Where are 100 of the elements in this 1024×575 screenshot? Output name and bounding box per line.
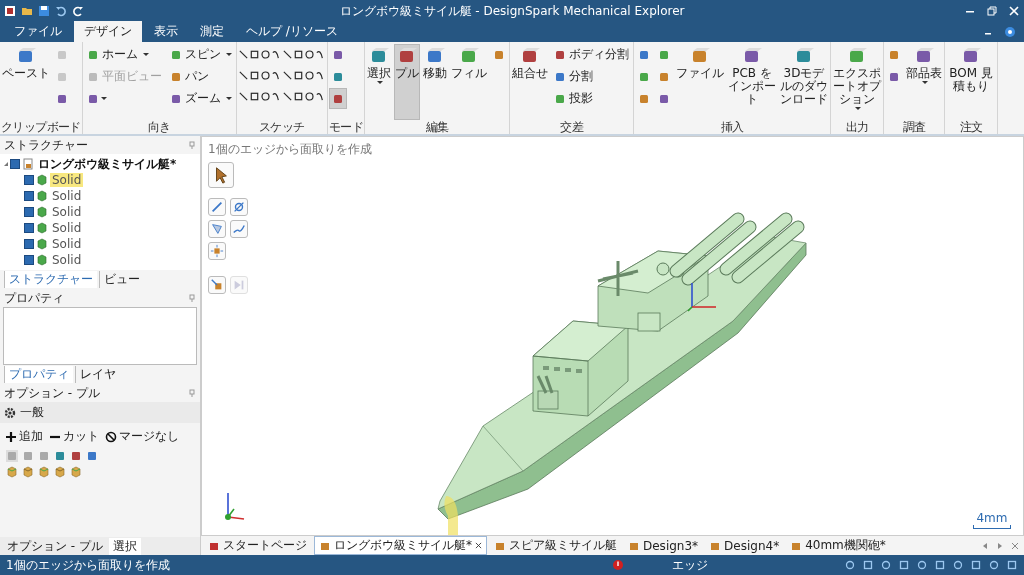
view-tool-icon[interactable]	[1006, 559, 1018, 571]
tree-item[interactable]: ロングボウ級ミサイル艇*	[36, 155, 179, 173]
sketch-tool-icon[interactable]	[292, 70, 304, 81]
sketch-tool-icon[interactable]	[270, 91, 282, 102]
ribbon-tab[interactable]: 表示	[144, 21, 188, 42]
select-tool-button[interactable]	[208, 162, 234, 188]
option-icon[interactable]	[54, 450, 66, 462]
folder-icon[interactable]	[21, 5, 33, 17]
ribbon-button[interactable]: 部品表	[905, 44, 943, 120]
checkbox[interactable]	[10, 159, 20, 169]
ribbon-button[interactable]: エクスポートオプション	[832, 44, 882, 120]
tool-button[interactable]	[208, 198, 226, 216]
sketch-tool-icon[interactable]	[281, 70, 293, 81]
tree-item[interactable]: Solid	[50, 189, 84, 203]
sketch-tool-icon[interactable]	[270, 70, 282, 81]
checkbox[interactable]	[24, 191, 34, 201]
view-tool-icon[interactable]	[916, 559, 928, 571]
view-tool-icon[interactable]	[898, 559, 910, 571]
tool-button[interactable]	[230, 220, 248, 238]
sketch-tool-icon[interactable]	[248, 49, 260, 60]
tool-button[interactable]	[208, 242, 226, 260]
cube-icon[interactable]	[22, 466, 34, 478]
sketch-tool-icon[interactable]	[314, 49, 326, 60]
ribbon-button[interactable]: パン	[166, 66, 235, 87]
ribbon-tab[interactable]: ファイル	[4, 21, 72, 42]
tool-button[interactable]	[328, 88, 347, 109]
panel-tab[interactable]: オプション - プル	[3, 537, 107, 555]
tool-button[interactable]	[230, 198, 248, 216]
view-tool-icon[interactable]	[934, 559, 946, 571]
checkbox[interactable]	[24, 175, 34, 185]
sketch-tool-icon[interactable]	[259, 49, 271, 60]
sketch-tool-icon[interactable]	[237, 91, 249, 102]
tree-item[interactable]: Solid	[50, 253, 84, 267]
cube-icon[interactable]	[6, 466, 18, 478]
ribbon-button[interactable]: BOM 見積もり	[946, 44, 996, 120]
ribbon-button[interactable]: ファイル	[675, 44, 725, 120]
panel-tab[interactable]: ストラクチャー	[4, 271, 97, 288]
sketch-tool-icon[interactable]	[259, 70, 271, 81]
ribbon-button[interactable]: スピン	[166, 44, 235, 65]
ribbon-button[interactable]: ホーム	[83, 44, 165, 65]
sketch-tool-icon[interactable]	[281, 91, 293, 102]
cube-icon[interactable]	[38, 466, 50, 478]
checkbox[interactable]	[24, 223, 34, 233]
ribbon-button[interactable]: 選択	[366, 44, 392, 120]
checkbox[interactable]	[24, 239, 34, 249]
panel-tab[interactable]: プロパティ	[4, 366, 73, 383]
ribbon-button[interactable]: 移動	[422, 44, 448, 120]
sketch-tool-icon[interactable]	[248, 70, 260, 81]
sketch-tool-icon[interactable]	[270, 49, 282, 60]
tree-item[interactable]: Solid	[50, 205, 84, 219]
ribbon-button[interactable]: PCB をインポート	[727, 44, 777, 120]
option-button[interactable]: カット	[48, 427, 100, 446]
option-button[interactable]: 追加	[4, 427, 44, 446]
ribbon-tab[interactable]: ヘルプ /リソース	[236, 21, 348, 42]
option-icon[interactable]	[86, 450, 98, 462]
document-tab[interactable]: 40mm機関砲*	[786, 537, 890, 554]
ribbon-button[interactable]: 投影	[551, 88, 632, 109]
sketch-tool-icon[interactable]	[259, 91, 271, 102]
checkbox[interactable]	[24, 207, 34, 217]
ribbon-tab[interactable]: デザイン	[74, 21, 142, 42]
document-tab[interactable]: スタートページ	[204, 537, 311, 554]
document-tab[interactable]: ロングボウ級ミサイル艇*	[314, 536, 487, 555]
ribbon-tab[interactable]: 測定	[190, 21, 234, 42]
ribbon-button[interactable]: ボディ分割	[551, 44, 632, 65]
sketch-tool-icon[interactable]	[237, 70, 249, 81]
ribbon-button[interactable]: 組合せ	[511, 44, 549, 120]
sketch-tool-icon[interactable]	[248, 91, 260, 102]
ribbon-button[interactable]: ペースト	[1, 44, 51, 120]
checkbox[interactable]	[24, 255, 34, 265]
undo-icon[interactable]	[55, 5, 67, 17]
3d-viewport[interactable]: 1個のエッジから面取りを作成 4mm	[201, 136, 1024, 536]
view-tool-icon[interactable]	[952, 559, 964, 571]
tool-button[interactable]	[208, 220, 226, 238]
view-tool-icon[interactable]	[988, 559, 1000, 571]
help-icon[interactable]	[1004, 26, 1016, 38]
view-tool-icon[interactable]	[862, 559, 874, 571]
sketch-tool-icon[interactable]	[314, 91, 326, 102]
close-icon[interactable]	[475, 542, 482, 549]
sketch-tool-icon[interactable]	[314, 70, 326, 81]
ribbon-button[interactable]: プル	[394, 44, 420, 120]
ribbon-button[interactable]: ズーム	[166, 88, 235, 109]
tool-button[interactable]	[208, 276, 226, 294]
document-tab[interactable]: Design4*	[705, 537, 784, 554]
sketch-tool-icon[interactable]	[303, 49, 315, 60]
ribbon-button[interactable]: 分割	[551, 66, 632, 87]
option-icon[interactable]	[70, 450, 82, 462]
ribbon-button[interactable]: フィル	[450, 44, 488, 120]
panel-tab[interactable]: ビュー	[99, 271, 144, 288]
panel-tab[interactable]: レイヤ	[75, 366, 120, 383]
tree-item[interactable]: Solid	[50, 237, 84, 251]
cube-icon[interactable]	[70, 466, 82, 478]
cube-icon[interactable]	[54, 466, 66, 478]
view-tool-icon[interactable]	[880, 559, 892, 571]
sketch-tool-icon[interactable]	[281, 49, 293, 60]
restore-icon[interactable]	[986, 5, 998, 17]
option-button[interactable]: マージなし	[104, 427, 180, 446]
sketch-tool-icon[interactable]	[303, 91, 315, 102]
sketch-tool-icon[interactable]	[292, 49, 304, 60]
warning-icon[interactable]	[612, 559, 624, 571]
panel-tab[interactable]: 選択	[108, 537, 141, 555]
